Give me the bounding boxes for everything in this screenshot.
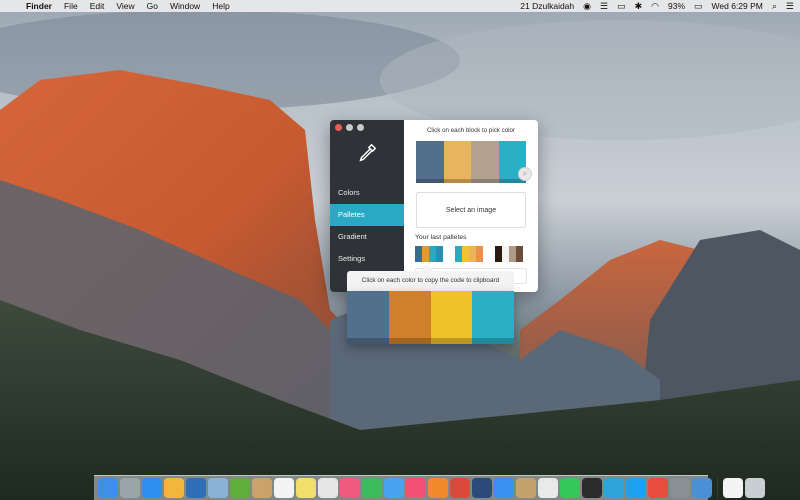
launchpad-icon[interactable] (120, 478, 140, 498)
mini-swatch (415, 246, 422, 262)
palette-block-3[interactable] (471, 141, 499, 183)
bonjour-icon[interactable]: ◉ (583, 0, 591, 12)
menu-edit[interactable]: Edit (90, 1, 105, 11)
battery-percent[interactable]: 93% (668, 1, 685, 11)
last-palette-1[interactable] (415, 246, 443, 262)
user-name[interactable]: 21 Dzulkaidah (520, 1, 574, 11)
terminal-icon[interactable] (582, 478, 602, 498)
document-icon[interactable] (723, 478, 743, 498)
menu-go[interactable]: Go (147, 1, 158, 11)
finder-icon[interactable] (98, 478, 118, 498)
sidebar: Colors Palletes Gradient Settings (330, 120, 404, 292)
spotlight-icon[interactable]: ⌕ (772, 0, 777, 12)
battery-icon[interactable]: ▭ (694, 0, 703, 12)
settings-icon[interactable] (670, 478, 690, 498)
notification-center-icon[interactable]: ☰ (786, 0, 794, 12)
popover-swatches (347, 291, 514, 344)
menu-help[interactable]: Help (212, 1, 229, 11)
mini-swatch (516, 246, 523, 262)
facetime-icon[interactable] (362, 478, 382, 498)
mini-swatch (429, 246, 436, 262)
color-swatch-4[interactable] (472, 291, 514, 344)
sidebar-item-colors[interactable]: Colors (330, 182, 404, 204)
copy-hint: Click on each color to copy the code to … (347, 271, 514, 291)
mini-swatch (502, 246, 509, 262)
telegram-icon[interactable] (604, 478, 624, 498)
photoshop-icon[interactable] (186, 478, 206, 498)
zoom-button[interactable] (357, 124, 364, 131)
mini-swatch (469, 246, 476, 262)
clock[interactable]: Wed 6:29 PM (712, 1, 763, 11)
skype-icon[interactable] (648, 478, 668, 498)
last-palettes (415, 246, 530, 262)
close-button[interactable] (335, 124, 342, 131)
last-palette-3[interactable] (495, 246, 523, 262)
stickies-icon[interactable] (296, 478, 316, 498)
mini-swatch (476, 246, 483, 262)
mini-swatch (462, 246, 469, 262)
last-palettes-label: Your last palletes (415, 234, 467, 241)
whatsapp-icon[interactable] (560, 478, 580, 498)
sequel-icon[interactable] (450, 478, 470, 498)
appstore-icon[interactable] (494, 478, 514, 498)
music-icon[interactable] (406, 478, 426, 498)
mini-swatch (495, 246, 502, 262)
menu-file[interactable]: File (64, 1, 78, 11)
keyboard-icon[interactable]: ▭ (617, 0, 626, 12)
menu-view[interactable]: View (116, 1, 134, 11)
palette-block-1[interactable] (416, 141, 444, 183)
messages-icon[interactable] (384, 478, 404, 498)
sketch-icon[interactable] (164, 478, 184, 498)
chrome-icon[interactable] (538, 478, 558, 498)
app-menu[interactable]: Finder (26, 1, 52, 11)
leaf-icon[interactable] (230, 478, 250, 498)
archive-icon[interactable] (516, 478, 536, 498)
color-swatch-3[interactable] (430, 291, 473, 344)
drag-handle-icon[interactable]: ⌕ (518, 167, 532, 181)
eyedropper-icon (359, 143, 377, 162)
mini-swatch (436, 246, 443, 262)
dock-separator (717, 478, 718, 498)
scroll-icon[interactable]: ☰ (600, 0, 608, 12)
color-swatch-2[interactable] (388, 291, 431, 344)
menu-bar: Finder File Edit View Go Window Help 21 … (0, 0, 800, 12)
mini-swatch (422, 246, 429, 262)
dock (94, 475, 765, 500)
last-palette-2[interactable] (455, 246, 483, 262)
bluetooth-icon[interactable]: ✱ (635, 0, 643, 12)
select-image-button[interactable]: Select an image (416, 192, 526, 228)
minimize-button[interactable] (346, 124, 353, 131)
notes-icon[interactable] (252, 478, 272, 498)
safari-icon[interactable] (142, 478, 162, 498)
trash-icon[interactable] (745, 478, 765, 498)
sidebar-item-palletes[interactable]: Palletes (330, 204, 404, 226)
photos-icon[interactable] (340, 478, 360, 498)
mail-icon[interactable] (692, 478, 712, 498)
wifi-icon[interactable]: ◠ (651, 0, 659, 12)
twitter-icon[interactable] (626, 478, 646, 498)
color-swatch-1[interactable] (347, 291, 389, 344)
photos-edit-icon[interactable] (318, 478, 338, 498)
mini-swatch (455, 246, 462, 262)
calendar-icon[interactable] (274, 478, 294, 498)
mini-swatch (509, 246, 516, 262)
main-palette (416, 141, 526, 183)
palette-block-2[interactable] (443, 141, 471, 183)
sidebar-item-gradient[interactable]: Gradient (330, 226, 404, 248)
color-picker-window: Colors Palletes Gradient Settings Click … (330, 120, 538, 292)
menu-window[interactable]: Window (170, 1, 200, 11)
preview-icon[interactable] (208, 478, 228, 498)
sidebar-item-settings[interactable]: Settings (330, 248, 404, 270)
pick-color-hint: Click on each block to pick color (426, 127, 516, 134)
copy-color-popover: Click on each color to copy the code to … (347, 263, 514, 344)
ibooks-icon[interactable] (428, 478, 448, 498)
quicktime-icon[interactable] (472, 478, 492, 498)
